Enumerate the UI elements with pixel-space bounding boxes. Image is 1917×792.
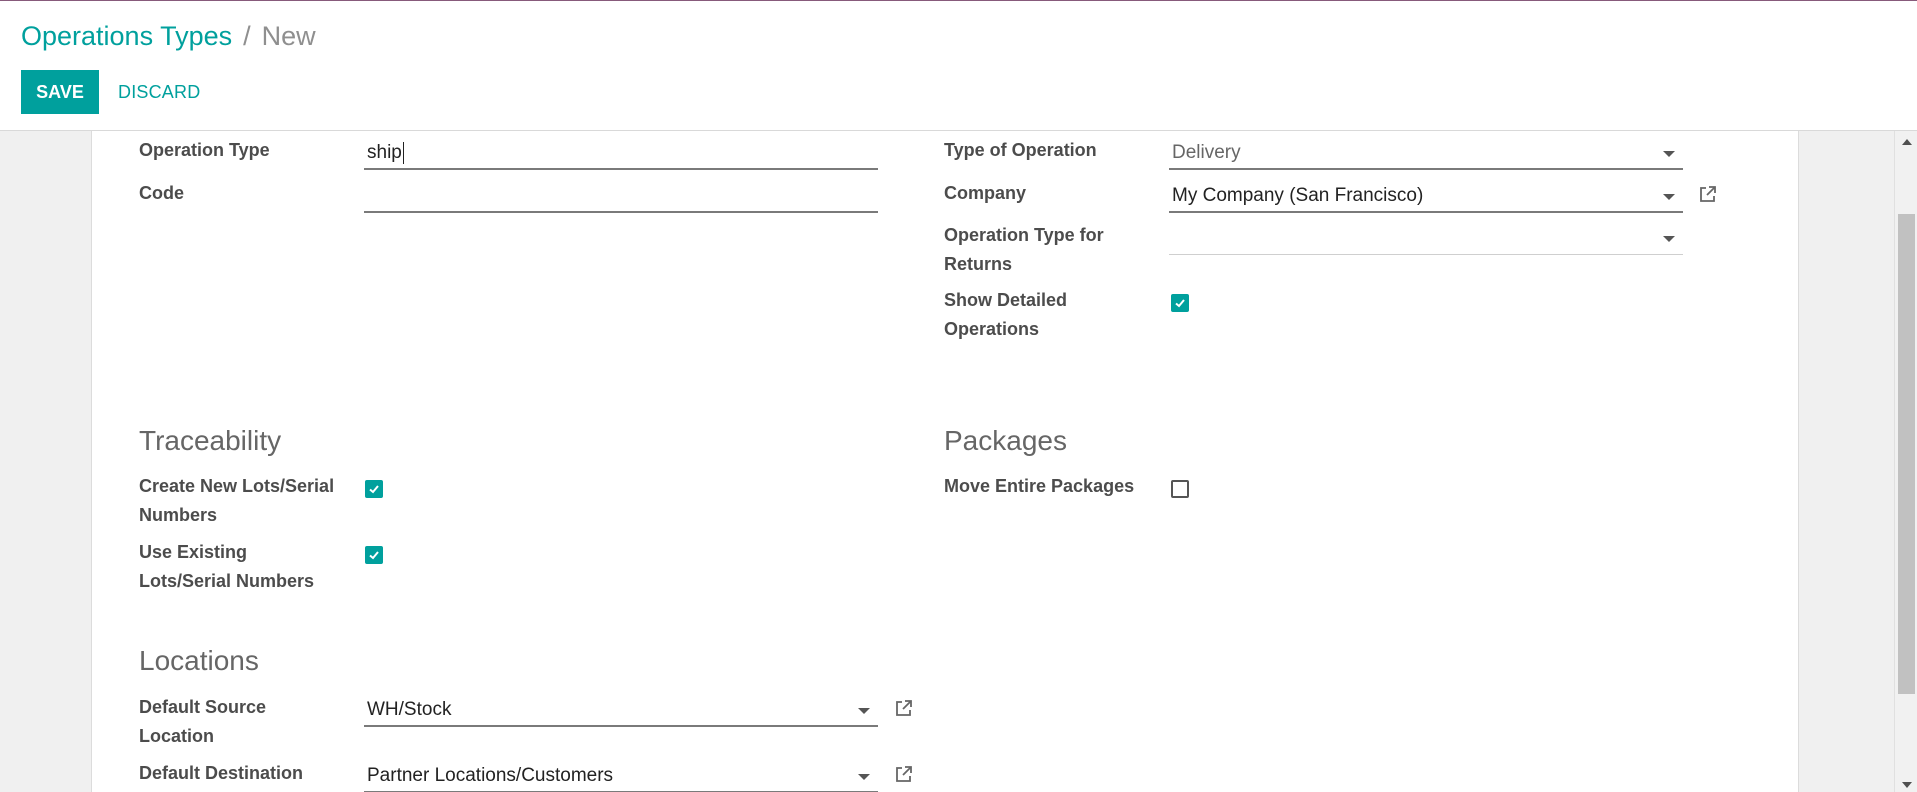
scroll-up-arrow-icon[interactable] (1902, 139, 1912, 145)
packages-section-title: Packages (944, 425, 1067, 456)
create-lots-label: Create New Lots/Serial Numbers (139, 472, 334, 530)
move-entire-packages-label: Move Entire Packages (944, 476, 1135, 496)
breadcrumb-separator: / (243, 21, 251, 51)
operation-type-value: ship (367, 142, 402, 163)
create-lots-checkbox[interactable] (365, 480, 383, 498)
breadcrumb-current: New (261, 21, 316, 51)
caret-down-icon (1663, 236, 1675, 242)
discard-button[interactable]: DISCARD (110, 70, 208, 114)
default-destination-location-select[interactable]: Partner Locations/Customers (364, 761, 878, 792)
default-source-label-line1: Default Source (139, 697, 267, 717)
caret-down-icon (858, 774, 870, 780)
show-detailed-operations-checkbox[interactable] (1171, 294, 1189, 312)
type-of-operation-select[interactable]: Delivery (1169, 138, 1683, 170)
default-source-location-select[interactable]: WH/Stock (364, 695, 878, 727)
return-operation-type-select[interactable] (1169, 223, 1683, 255)
create-lots-label-line1: Create New Lots/Serial (139, 476, 335, 496)
return-operation-type-label-line2: Returns (944, 254, 1013, 274)
return-operation-type-label-line1: Operation Type for (944, 225, 1104, 245)
default-source-location-label: Default Source Location (139, 693, 266, 751)
move-entire-packages-checkbox[interactable] (1171, 480, 1189, 498)
show-detailed-operations-label: Show Detailed Operations (944, 286, 1067, 344)
code-label: Code (139, 183, 184, 203)
type-of-operation-value: Delivery (1172, 142, 1241, 163)
company-value: My Company (San Francisco) (1172, 185, 1424, 206)
return-operation-type-label: Operation Type for Returns (944, 221, 1104, 279)
company-label: Company (944, 183, 1027, 203)
default-destination-location-value: Partner Locations/Customers (367, 765, 614, 786)
use-existing-lots-checkbox[interactable] (365, 546, 383, 564)
show-detailed-label-line1: Show Detailed (944, 290, 1068, 310)
default-source-label-line2: Location (139, 726, 214, 746)
external-link-icon[interactable] (894, 764, 914, 784)
caret-down-icon (1663, 151, 1675, 157)
traceability-section-title: Traceability (139, 425, 282, 456)
scroll-down-arrow-icon[interactable] (1902, 782, 1912, 788)
breadcrumb: Operations Types / New (21, 17, 316, 55)
code-input[interactable] (364, 181, 878, 213)
form-sheet: Operation Type ship Code Type of Operati… (91, 131, 1799, 792)
default-destination-location-label: Default Destination (139, 763, 304, 783)
use-existing-label-line2: Lots/Serial Numbers (139, 571, 315, 591)
operation-type-label: Operation Type (139, 140, 270, 160)
external-link-icon[interactable] (894, 698, 914, 718)
text-cursor (402, 142, 404, 164)
company-select[interactable]: My Company (San Francisco) (1169, 181, 1683, 213)
caret-down-icon (858, 708, 870, 714)
scrollbar-thumb[interactable] (1898, 214, 1915, 694)
use-existing-label-line1: Use Existing (139, 542, 248, 562)
form-content-area[interactable]: Operation Type ship Code Type of Operati… (0, 131, 1894, 792)
save-button[interactable]: SAVE (21, 70, 99, 114)
vertical-scrollbar[interactable] (1894, 131, 1917, 792)
create-lots-label-line2: Numbers (139, 505, 218, 525)
external-link-icon[interactable] (1698, 184, 1718, 204)
default-source-location-value: WH/Stock (367, 699, 452, 720)
show-detailed-label-line2: Operations (944, 319, 1040, 339)
operation-type-input[interactable]: ship (364, 138, 878, 170)
use-existing-lots-label: Use Existing Lots/Serial Numbers (139, 538, 314, 596)
type-of-operation-label: Type of Operation (944, 140, 1097, 160)
caret-down-icon (1663, 194, 1675, 200)
control-panel: Operations Types / New SAVE DISCARD (0, 1, 1917, 131)
breadcrumb-parent-link[interactable]: Operations Types (21, 21, 232, 51)
locations-section-title: Locations (139, 645, 259, 676)
